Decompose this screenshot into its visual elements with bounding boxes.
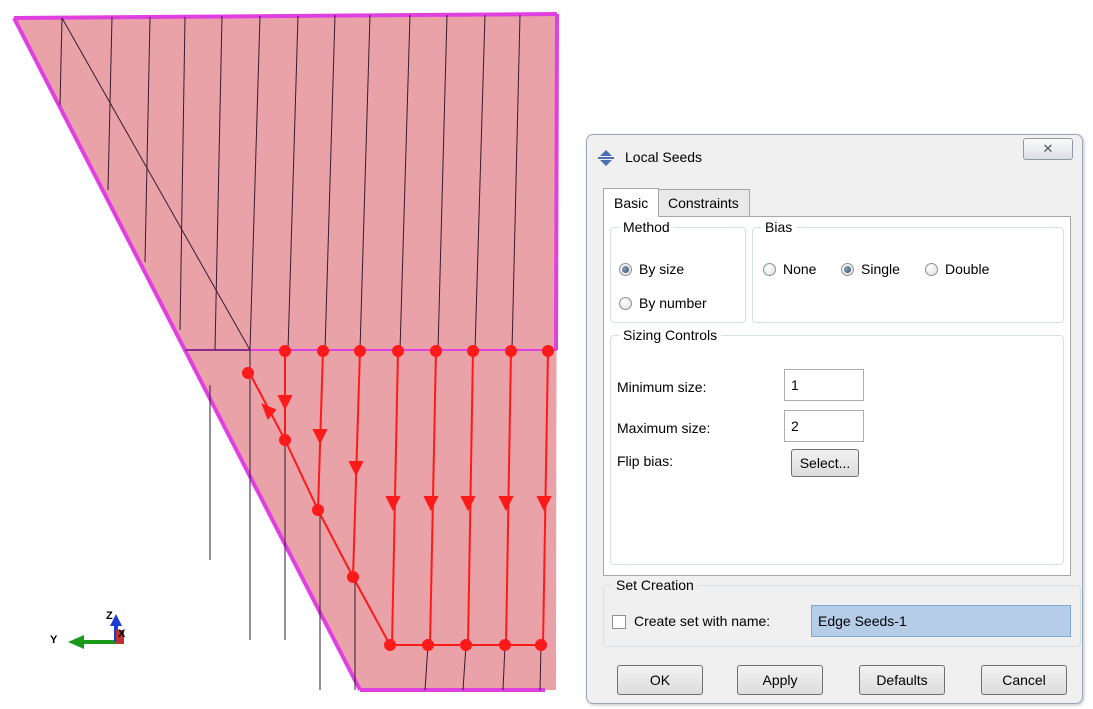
radio-unselected-icon xyxy=(763,262,776,276)
create-set-label: Create set with name: xyxy=(634,613,771,629)
radio-selected-icon xyxy=(841,262,854,276)
set-creation-group: Set Creation Create set with name: Edge … xyxy=(603,577,1081,647)
seed-icon xyxy=(597,149,615,167)
bias-single-radio[interactable]: Single xyxy=(841,261,900,277)
radio-unselected-icon xyxy=(925,262,938,276)
apply-button[interactable]: Apply xyxy=(737,665,823,695)
set-name-input[interactable]: Edge Seeds-1 xyxy=(811,605,1071,637)
bias-double-radio[interactable]: Double xyxy=(925,261,989,277)
maximum-size-label: Maximum size: xyxy=(617,420,711,436)
method-by-number-label: By number xyxy=(639,295,707,311)
bias-legend: Bias xyxy=(765,219,793,235)
sizing-controls-group: Sizing Controls Minimum size: 1 Maximum … xyxy=(610,327,1064,565)
flip-bias-select-button[interactable]: Select... xyxy=(791,449,859,477)
triad-x-label: X xyxy=(118,628,126,640)
minimum-size-input[interactable]: 1 xyxy=(784,369,864,401)
minimum-size-label: Minimum size: xyxy=(617,379,707,395)
close-button[interactable]: ✕ xyxy=(1023,138,1073,160)
radio-unselected-icon xyxy=(619,296,632,310)
method-group: Method By size By number xyxy=(610,219,746,323)
cancel-button[interactable]: Cancel xyxy=(981,665,1067,695)
set-creation-legend: Set Creation xyxy=(616,577,694,593)
tab-constraints[interactable]: Constraints xyxy=(657,189,750,216)
dialog-titlebar[interactable]: Local Seeds ✕ xyxy=(587,135,1082,177)
method-legend: Method xyxy=(623,219,670,235)
radio-selected-icon xyxy=(619,262,632,276)
model-viewport[interactable]: Z X Y xyxy=(0,0,600,709)
maximum-size-input[interactable]: 2 xyxy=(784,410,864,442)
bias-none-radio[interactable]: None xyxy=(763,261,816,277)
triad-y-label: Y xyxy=(50,634,58,646)
ok-button[interactable]: OK xyxy=(617,665,703,695)
flip-bias-label: Flip bias: xyxy=(617,453,674,469)
defaults-button[interactable]: Defaults xyxy=(859,665,945,695)
bias-single-label: Single xyxy=(861,261,900,277)
basic-tab-panel: Method By size By number Bias None Singl… xyxy=(603,216,1071,576)
method-by-size-label: By size xyxy=(639,261,685,277)
local-seeds-dialog: Local Seeds ✕ Basic Constraints Method B… xyxy=(586,134,1083,704)
dialog-title: Local Seeds xyxy=(625,149,703,165)
y-axis-arrowhead xyxy=(68,635,84,649)
close-icon: ✕ xyxy=(1042,141,1054,156)
sizing-legend: Sizing Controls xyxy=(623,327,718,343)
triad-z-label: Z xyxy=(106,610,113,622)
method-by-size-radio[interactable]: By size xyxy=(619,261,684,277)
method-by-number-radio[interactable]: By number xyxy=(619,295,707,311)
part-geometry[interactable] xyxy=(0,0,600,709)
bias-double-label: Double xyxy=(945,261,990,277)
axis-triad: Z X Y xyxy=(38,610,138,680)
tab-basic[interactable]: Basic xyxy=(603,188,660,217)
bias-group: Bias None Single Double xyxy=(752,219,1064,323)
bias-none-label: None xyxy=(783,261,817,277)
create-set-checkbox[interactable] xyxy=(612,615,626,629)
